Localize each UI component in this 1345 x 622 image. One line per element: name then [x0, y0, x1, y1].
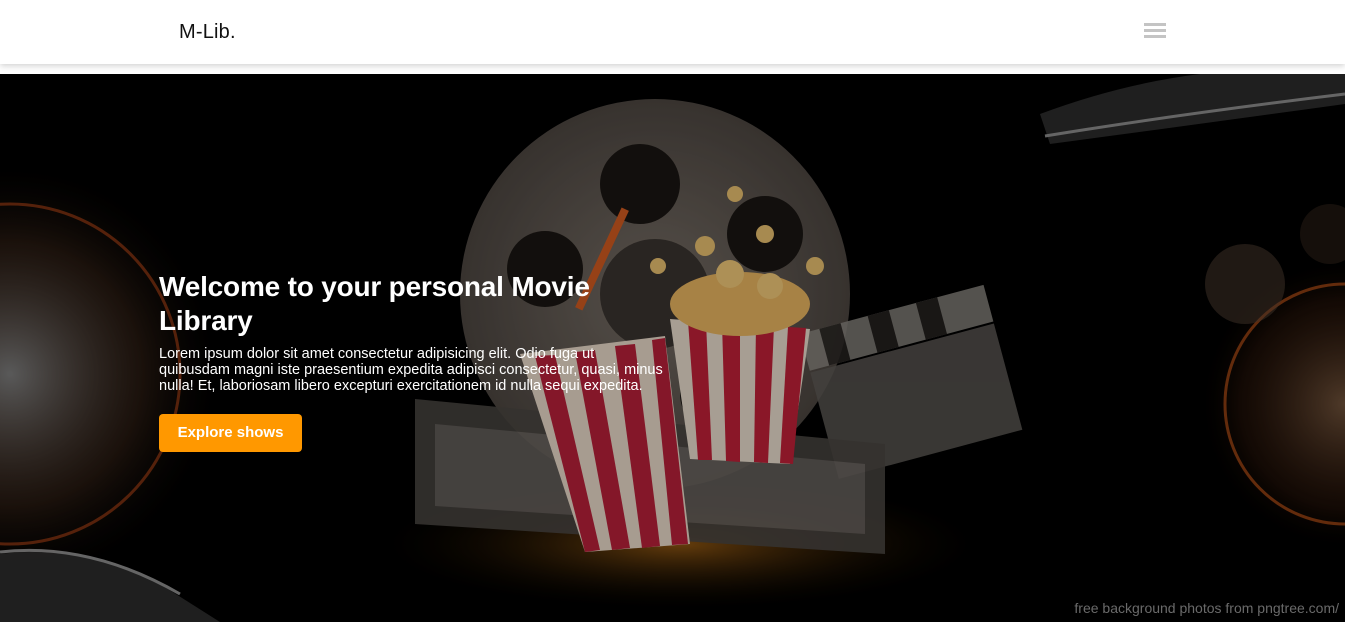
image-credit: free background photos from pngtree.com/ — [1074, 600, 1339, 616]
hero-content: Welcome to your personal Movie Library L… — [159, 270, 679, 452]
menu-bar — [1144, 29, 1166, 32]
hamburger-menu-icon[interactable] — [1144, 23, 1166, 41]
navbar-spacer — [0, 64, 1345, 74]
menu-bar — [1144, 35, 1166, 38]
menu-bar — [1144, 23, 1166, 26]
brand-logo[interactable]: M-Lib. — [179, 21, 236, 44]
hero-banner: Welcome to your personal Movie Library L… — [0, 74, 1345, 622]
top-navbar: M-Lib. — [0, 0, 1345, 64]
explore-shows-button[interactable]: Explore shows — [159, 414, 302, 452]
hero-title: Welcome to your personal Movie Library — [159, 271, 590, 336]
hero-description: Lorem ipsum dolor sit amet consectetur a… — [159, 346, 663, 394]
